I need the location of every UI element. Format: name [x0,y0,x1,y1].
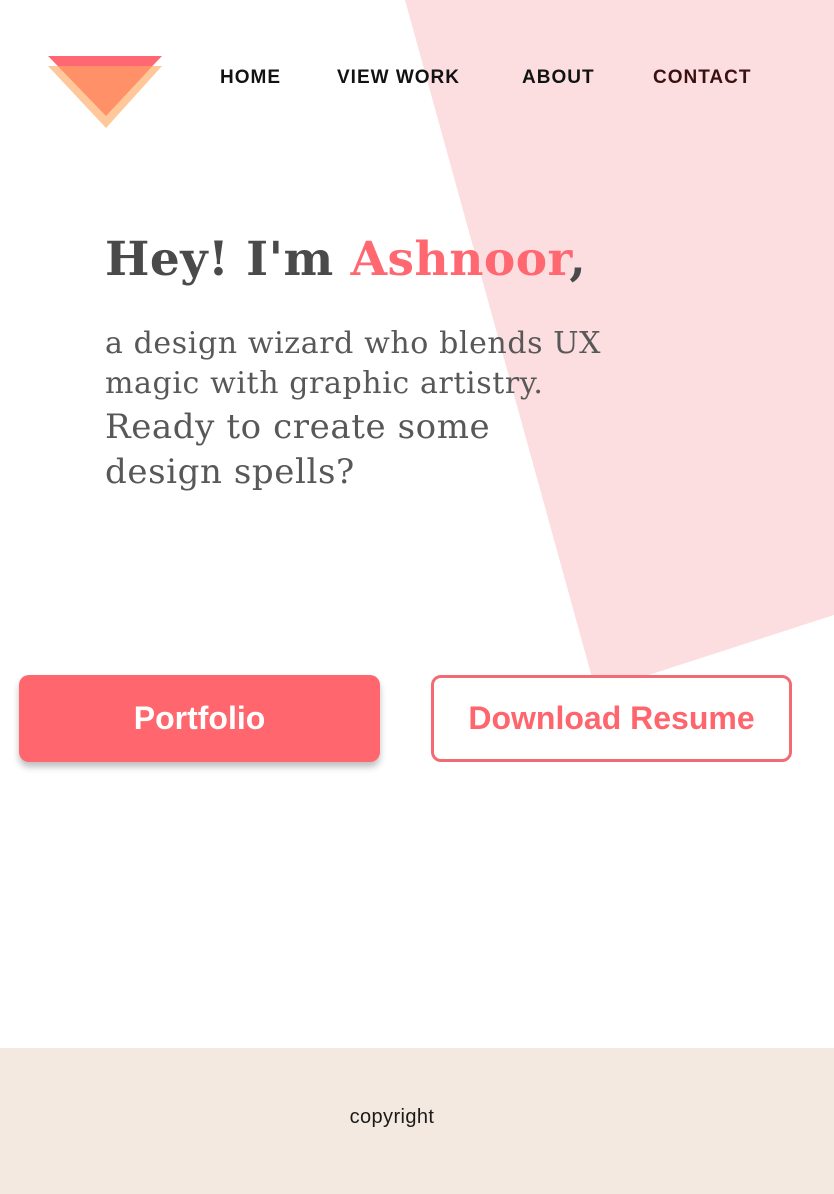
footer: copyright [0,1048,834,1194]
copyright-text: copyright [349,1106,435,1128]
hero-tagline: a design wizard who blends UX magic with… [105,326,602,401]
portfolio-button[interactable]: Portfolio [19,675,380,762]
nav-link-about[interactable]: ABOUT [522,66,595,90]
nav-link-contact[interactable]: CONTACT [653,66,751,90]
main-navigation: HOME VIEW WORK ABOUT CONTACT [0,66,834,90]
hero-subtitle: a design wizard who blends UX magic with… [105,324,705,495]
download-resume-button[interactable]: Download Resume [431,675,792,762]
nav-link-home[interactable]: HOME [220,66,281,90]
hero-name: Ashnoor [350,232,570,287]
hero-comma: , [569,232,587,287]
hero-greeting: Hey! I'm [105,232,351,287]
hero-question: Ready to create some design spells? [105,407,491,492]
nav-link-view-work[interactable]: VIEW WORK [337,66,460,90]
hero-heading: Hey! I'm Ashnoor, [105,228,586,292]
